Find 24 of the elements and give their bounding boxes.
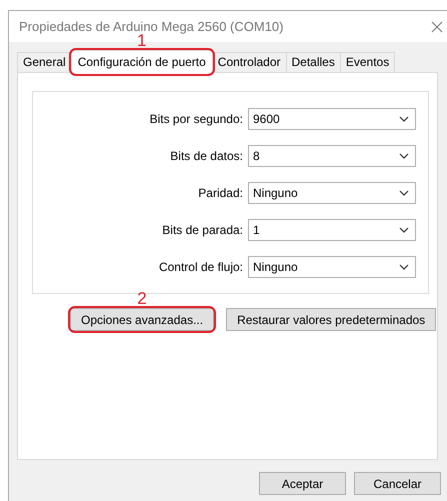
chevron-icon: [399, 116, 409, 122]
window-title: Propiedades de Arduino Mega 2560 (COM10): [19, 19, 284, 34]
chevron-icon: [399, 264, 409, 270]
dropdown[interactable]: 1: [248, 219, 416, 241]
field-label: Bits por segundo:: [150, 112, 243, 126]
dropdown[interactable]: 9600: [248, 108, 416, 130]
chevron-icon: [399, 153, 409, 159]
field-label: Bits de datos:: [170, 149, 243, 163]
dialog-button[interactable]: Cancelar: [354, 472, 441, 495]
action-button[interactable]: Restaurar valores predeterminados: [226, 308, 436, 331]
dropdown[interactable]: 8: [248, 145, 416, 167]
tab[interactable]: General: [17, 52, 72, 72]
field-label: Bits de parada:: [162, 223, 243, 237]
dropdown[interactable]: Ninguno: [248, 182, 416, 204]
callout-number: 1: [137, 32, 146, 49]
close-icon[interactable]: [431, 20, 443, 32]
callout-number: 2: [137, 290, 147, 307]
field-label: Control de flujo:: [158, 260, 243, 274]
tab[interactable]: Eventos: [340, 52, 396, 72]
chevron-icon: [399, 227, 409, 233]
dropdown[interactable]: Ninguno: [248, 256, 416, 278]
field-label: Paridad:: [198, 186, 243, 200]
chevron-icon: [399, 190, 409, 196]
dialog-button[interactable]: Aceptar: [259, 472, 346, 495]
